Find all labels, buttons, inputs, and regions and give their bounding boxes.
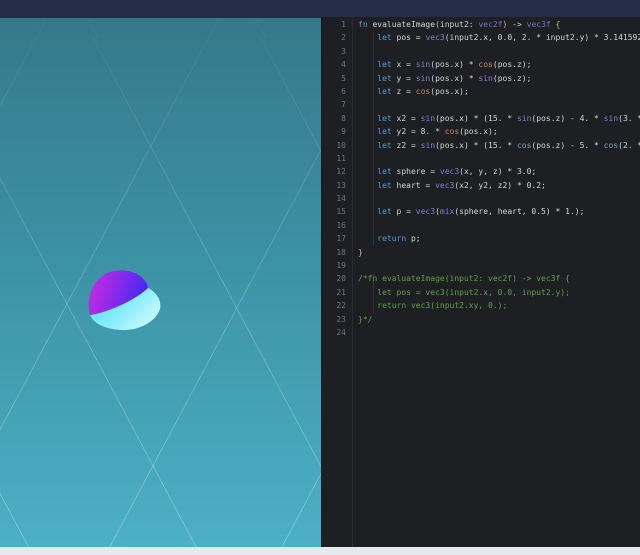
window-bottom-edge <box>0 547 640 555</box>
code-line[interactable]: 22 return vec3(input2.xy, 0.); <box>322 299 640 312</box>
line-number: 22 <box>322 299 348 312</box>
code-editor[interactable]: 1 fn evaluateImage(input2: vec2f) -> vec3… <box>321 17 640 547</box>
code-line-text: return vec3(input2.xy, 0.); <box>358 299 507 312</box>
code-line[interactable]: 9 let y2 = 8. * cos(pos.x); <box>322 125 640 138</box>
code-line-text: let y2 = 8. * cos(pos.x); <box>358 125 498 138</box>
code-line[interactable]: 18} <box>322 246 640 259</box>
code-line[interactable]: 4 let x = sin(pos.x) * cos(pos.z); <box>322 58 640 71</box>
line-number: 2 <box>322 31 348 44</box>
code-line-text: /*fn evaluateImage(input2: vec2f) -> vec… <box>358 272 570 285</box>
code-line-text: let heart = vec3(x2, y2, z2) * 0.2; <box>358 179 546 192</box>
line-number: 14 <box>322 192 348 205</box>
code-line-text: let pos = vec3(input2.x, 0.0, input2.y); <box>358 286 570 299</box>
line-number: 12 <box>322 165 348 178</box>
code-line[interactable]: 6 let z = cos(pos.x); <box>322 85 640 98</box>
code-line-text: let x = sin(pos.x) * cos(pos.z); <box>358 58 531 71</box>
line-number: 20 <box>322 272 348 285</box>
code-lines[interactable]: 1 fn evaluateImage(input2: vec2f) -> vec3… <box>322 18 640 339</box>
code-line[interactable]: 13 let heart = vec3(x2, y2, z2) * 0.2; <box>322 179 640 192</box>
code-line[interactable]: 8 let x2 = sin(pos.x) * (15. * sin(pos.z… <box>322 112 640 125</box>
code-line[interactable]: 23 }*/ <box>322 313 640 326</box>
line-number: 10 <box>322 139 348 152</box>
line-number: 3 <box>322 45 348 58</box>
line-number: 6 <box>322 85 348 98</box>
line-number: 17 <box>322 232 348 245</box>
code-line-text: let z2 = sin(pos.x) * (15. * cos(pos.z) … <box>358 139 640 152</box>
code-line[interactable]: 17 return p; <box>322 232 640 245</box>
code-line[interactable]: 19 <box>322 259 640 272</box>
line-number: 11 <box>322 152 348 165</box>
3d-viewport[interactable] <box>0 18 321 547</box>
line-number: 1 <box>322 18 348 31</box>
line-number: 23 <box>322 313 348 326</box>
code-line[interactable]: 2 let pos = vec3(input2.x, 0.0, 2. * inp… <box>322 31 640 44</box>
gradient-blob-mesh <box>84 268 164 333</box>
code-line-text: let z = cos(pos.x); <box>358 85 469 98</box>
line-number: 4 <box>322 58 348 71</box>
line-number: 24 <box>322 326 348 339</box>
line-number: 19 <box>322 259 348 272</box>
line-number: 15 <box>322 205 348 218</box>
code-line-text: return p; <box>358 232 421 245</box>
code-line[interactable]: 21 let pos = vec3(input2.x, 0.0, input2.… <box>322 286 640 299</box>
line-number: 7 <box>322 98 348 111</box>
code-line-text: fn evaluateImage(input2: vec2f) -> vec3f… <box>358 18 560 31</box>
code-line[interactable]: 12 let sphere = vec3(x, y, z) * 3.0; <box>322 165 640 178</box>
code-line[interactable]: 24 <box>322 326 640 339</box>
code-line-text: let x2 = sin(pos.x) * (15. * sin(pos.z) … <box>358 112 640 125</box>
code-line[interactable]: 5 let y = sin(pos.x) * sin(pos.z); <box>322 72 640 85</box>
window-titlebar <box>0 0 640 18</box>
code-line[interactable]: 7 <box>322 98 640 111</box>
code-line[interactable]: 14 <box>322 192 640 205</box>
line-number: 9 <box>322 125 348 138</box>
code-line-text: let p = vec3(mix(sphere, heart, 0.5) * 1… <box>358 205 584 218</box>
code-line-text: let y = sin(pos.x) * sin(pos.z); <box>358 72 531 85</box>
line-number: 13 <box>322 179 348 192</box>
code-line[interactable]: 16 <box>322 219 640 232</box>
code-line-text: } <box>358 246 363 259</box>
code-line[interactable]: 20 /*fn evaluateImage(input2: vec2f) -> v… <box>322 272 640 285</box>
line-number: 21 <box>322 286 348 299</box>
code-line[interactable]: 15 let p = vec3(mix(sphere, heart, 0.5) … <box>322 205 640 218</box>
line-number: 18 <box>322 246 348 259</box>
line-number: 16 <box>322 219 348 232</box>
code-line-text: let pos = vec3(input2.x, 0.0, 2. * input… <box>358 31 640 44</box>
code-line[interactable]: 3 <box>322 45 640 58</box>
code-line[interactable]: 1 fn evaluateImage(input2: vec2f) -> vec3… <box>322 18 640 31</box>
line-number: 8 <box>322 112 348 125</box>
code-line[interactable]: 11 <box>322 152 640 165</box>
line-number: 5 <box>322 72 348 85</box>
code-line[interactable]: 10 let z2 = sin(pos.x) * (15. * cos(pos.… <box>322 139 640 152</box>
code-line-text: }*/ <box>358 313 372 326</box>
code-line-text: let sphere = vec3(x, y, z) * 3.0; <box>358 165 536 178</box>
